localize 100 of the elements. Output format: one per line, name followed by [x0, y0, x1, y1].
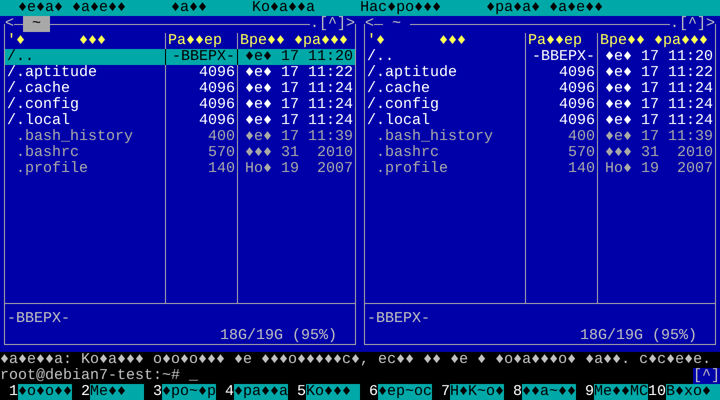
file-time: Ho♦ 19 2007 — [244, 161, 353, 177]
file-time: Ho♦ 19 2007 — [604, 161, 713, 177]
column-header[interactable]: Pa♦♦ep — [528, 33, 582, 49]
menu-item[interactable]: ♦e♦a♦ ♦a♦e♦♦ — [18, 0, 126, 16]
key-number: 6 — [368, 384, 378, 400]
file-time: ♦e♦ 17 11:24 — [244, 81, 353, 97]
file-time: ♦e♦ 17 11:39 — [604, 129, 713, 145]
key-number: 8 — [512, 384, 522, 400]
key-number: 10 — [648, 384, 666, 400]
function-key[interactable]: H♦K~o♦ — [450, 384, 504, 400]
column-header[interactable]: ♦♦♦ — [79, 33, 106, 49]
menu-item[interactable]: ♦a♦♦ — [171, 0, 208, 16]
file-row[interactable]: /.local 4096 ♦e♦ 17 11:24 — [5, 113, 355, 129]
file-row[interactable]: .profile 140 Ho♦ 19 2007 — [5, 161, 355, 177]
file-row[interactable]: .profile 140 Ho♦ 19 2007 — [365, 161, 715, 177]
panel-controls[interactable]: .[^]> — [310, 16, 355, 32]
file-row[interactable]: /.aptitude 4096 ♦e♦ 17 11:22 — [365, 65, 715, 81]
file-size: 400 — [208, 129, 235, 145]
mini-status: -BBEPX- — [367, 310, 430, 327]
file-row[interactable]: .bashrc 570 ♦♦♦ 31 2010 — [5, 145, 355, 161]
file-time: ♦♦♦ 31 2010 — [244, 145, 353, 161]
key-number: 2 — [80, 384, 90, 400]
file-name: /.local — [367, 113, 430, 129]
prompt-controls[interactable]: [^] — [692, 368, 720, 384]
sort-indicator[interactable]: '♦ — [7, 33, 26, 49]
file-name: /.. — [367, 49, 394, 65]
file-name: /.aptitude — [7, 65, 98, 81]
file-name: .profile — [15, 161, 88, 177]
column-header[interactable]: ♦♦♦ — [439, 33, 466, 49]
file-size: 140 — [208, 161, 235, 177]
file-name: /.cache — [367, 81, 430, 97]
file-size: 4096 — [558, 97, 595, 113]
key-number: 1 — [8, 384, 18, 400]
function-key[interactable]: Me♦♦ — [90, 384, 144, 400]
menu-item[interactable]: ♦pa♦a♦ ♦a♦e♦♦ — [486, 0, 604, 16]
file-row[interactable]: /.. -BBEPX- ♦e♦ 17 11:20 — [365, 49, 715, 65]
file-row[interactable]: /.config 4096 ♦e♦ 17 11:24 — [5, 97, 355, 113]
key-number: 7 — [440, 384, 450, 400]
file-name: /.cache — [7, 81, 70, 97]
key-number: 3 — [152, 384, 162, 400]
file-name: .bash_history — [375, 129, 494, 145]
shell-prompt[interactable]: root@debian7-test:~# _ — [0, 368, 198, 384]
function-key[interactable]: ♦o♦o♦♦ — [18, 384, 72, 400]
column-header[interactable]: Pa♦♦ep — [168, 33, 222, 49]
file-row[interactable]: /.config 4096 ♦e♦ 17 11:24 — [365, 97, 715, 113]
file-size: 4096 — [558, 65, 595, 81]
file-size: 140 — [568, 161, 595, 177]
function-key[interactable]: ♦pa♦♦a — [234, 384, 288, 400]
file-row[interactable]: /.local 4096 ♦e♦ 17 11:24 — [365, 113, 715, 129]
file-name: .profile — [375, 161, 448, 177]
file-name: /.. — [7, 49, 34, 65]
function-key[interactable]: Ko♦♦♦ — [306, 384, 360, 400]
key-number: 4 — [224, 384, 234, 400]
file-time: ♦e♦ 17 11:20 — [244, 49, 353, 65]
file-size: 4096 — [198, 65, 235, 81]
file-size: 4096 — [198, 81, 235, 97]
file-time: ♦e♦ 17 11:20 — [604, 49, 713, 65]
file-name: .bashrc — [15, 145, 80, 161]
menu-item[interactable]: Hac♦po♦♦♦ — [360, 0, 442, 16]
menu-item[interactable]: Ko♦a♦♦a — [252, 0, 316, 16]
file-size: 570 — [568, 145, 595, 161]
file-time: ♦♦♦ 31 2010 — [604, 145, 713, 161]
file-time: ♦e♦ 17 11:24 — [604, 97, 713, 113]
sort-indicator[interactable]: '♦ — [367, 33, 386, 49]
file-time: ♦e♦ 17 11:22 — [244, 65, 353, 81]
panel-path: ~ — [23, 16, 50, 32]
file-size: 4096 — [198, 97, 235, 113]
function-key[interactable]: B♦xo♦ — [666, 384, 720, 400]
file-size: -BBEPX- — [532, 49, 595, 65]
file-name: .bash_history — [15, 129, 134, 145]
panel-controls[interactable]: .[^]> — [670, 16, 715, 32]
file-size: 4096 — [198, 113, 235, 129]
file-size: 570 — [208, 145, 235, 161]
key-number: 9 — [584, 384, 594, 400]
column-header[interactable]: Bpe♦♦ ♦pa♦♦♦ — [240, 33, 348, 49]
file-row[interactable]: .bashrc 570 ♦♦♦ 31 2010 — [365, 145, 715, 161]
file-row[interactable]: .bash_history 400 ♦e♦ 17 11:39 — [5, 129, 355, 145]
file-name: .bashrc — [375, 145, 440, 161]
file-row[interactable]: /.aptitude 4096 ♦e♦ 17 11:22 — [5, 65, 355, 81]
file-time: ♦e♦ 17 11:22 — [604, 65, 713, 81]
function-key[interactable]: ♦ep~oc — [378, 384, 432, 400]
file-time: ♦e♦ 17 11:39 — [244, 129, 353, 145]
function-key[interactable]: Me♦♦MC — [594, 384, 648, 400]
file-name: /.aptitude — [367, 65, 458, 81]
file-size: -BBEPX- — [172, 49, 235, 65]
column-header[interactable]: Bpe♦♦ ♦pa♦♦♦ — [600, 33, 708, 49]
file-size: 4096 — [558, 113, 595, 129]
function-key[interactable]: ♦po~♦p — [162, 384, 216, 400]
file-time: ♦e♦ 17 11:24 — [244, 113, 353, 129]
file-size: 400 — [568, 129, 595, 145]
function-key[interactable]: ♦♦a~♦♦ — [522, 384, 576, 400]
key-number: 5 — [296, 384, 306, 400]
mini-status: -BBEPX- — [7, 310, 70, 327]
file-row[interactable]: /.. -BBEPX- ♦e♦ 17 11:20 — [5, 49, 355, 65]
file-row[interactable]: .bash_history 400 ♦e♦ 17 11:39 — [365, 129, 715, 145]
file-name: /.config — [367, 97, 440, 113]
file-time: ♦e♦ 17 11:24 — [604, 113, 713, 129]
disk-usage: 18G/19G (95%) — [220, 328, 337, 344]
file-row[interactable]: /.cache 4096 ♦e♦ 17 11:24 — [365, 81, 715, 97]
file-row[interactable]: /.cache 4096 ♦e♦ 17 11:24 — [5, 81, 355, 97]
